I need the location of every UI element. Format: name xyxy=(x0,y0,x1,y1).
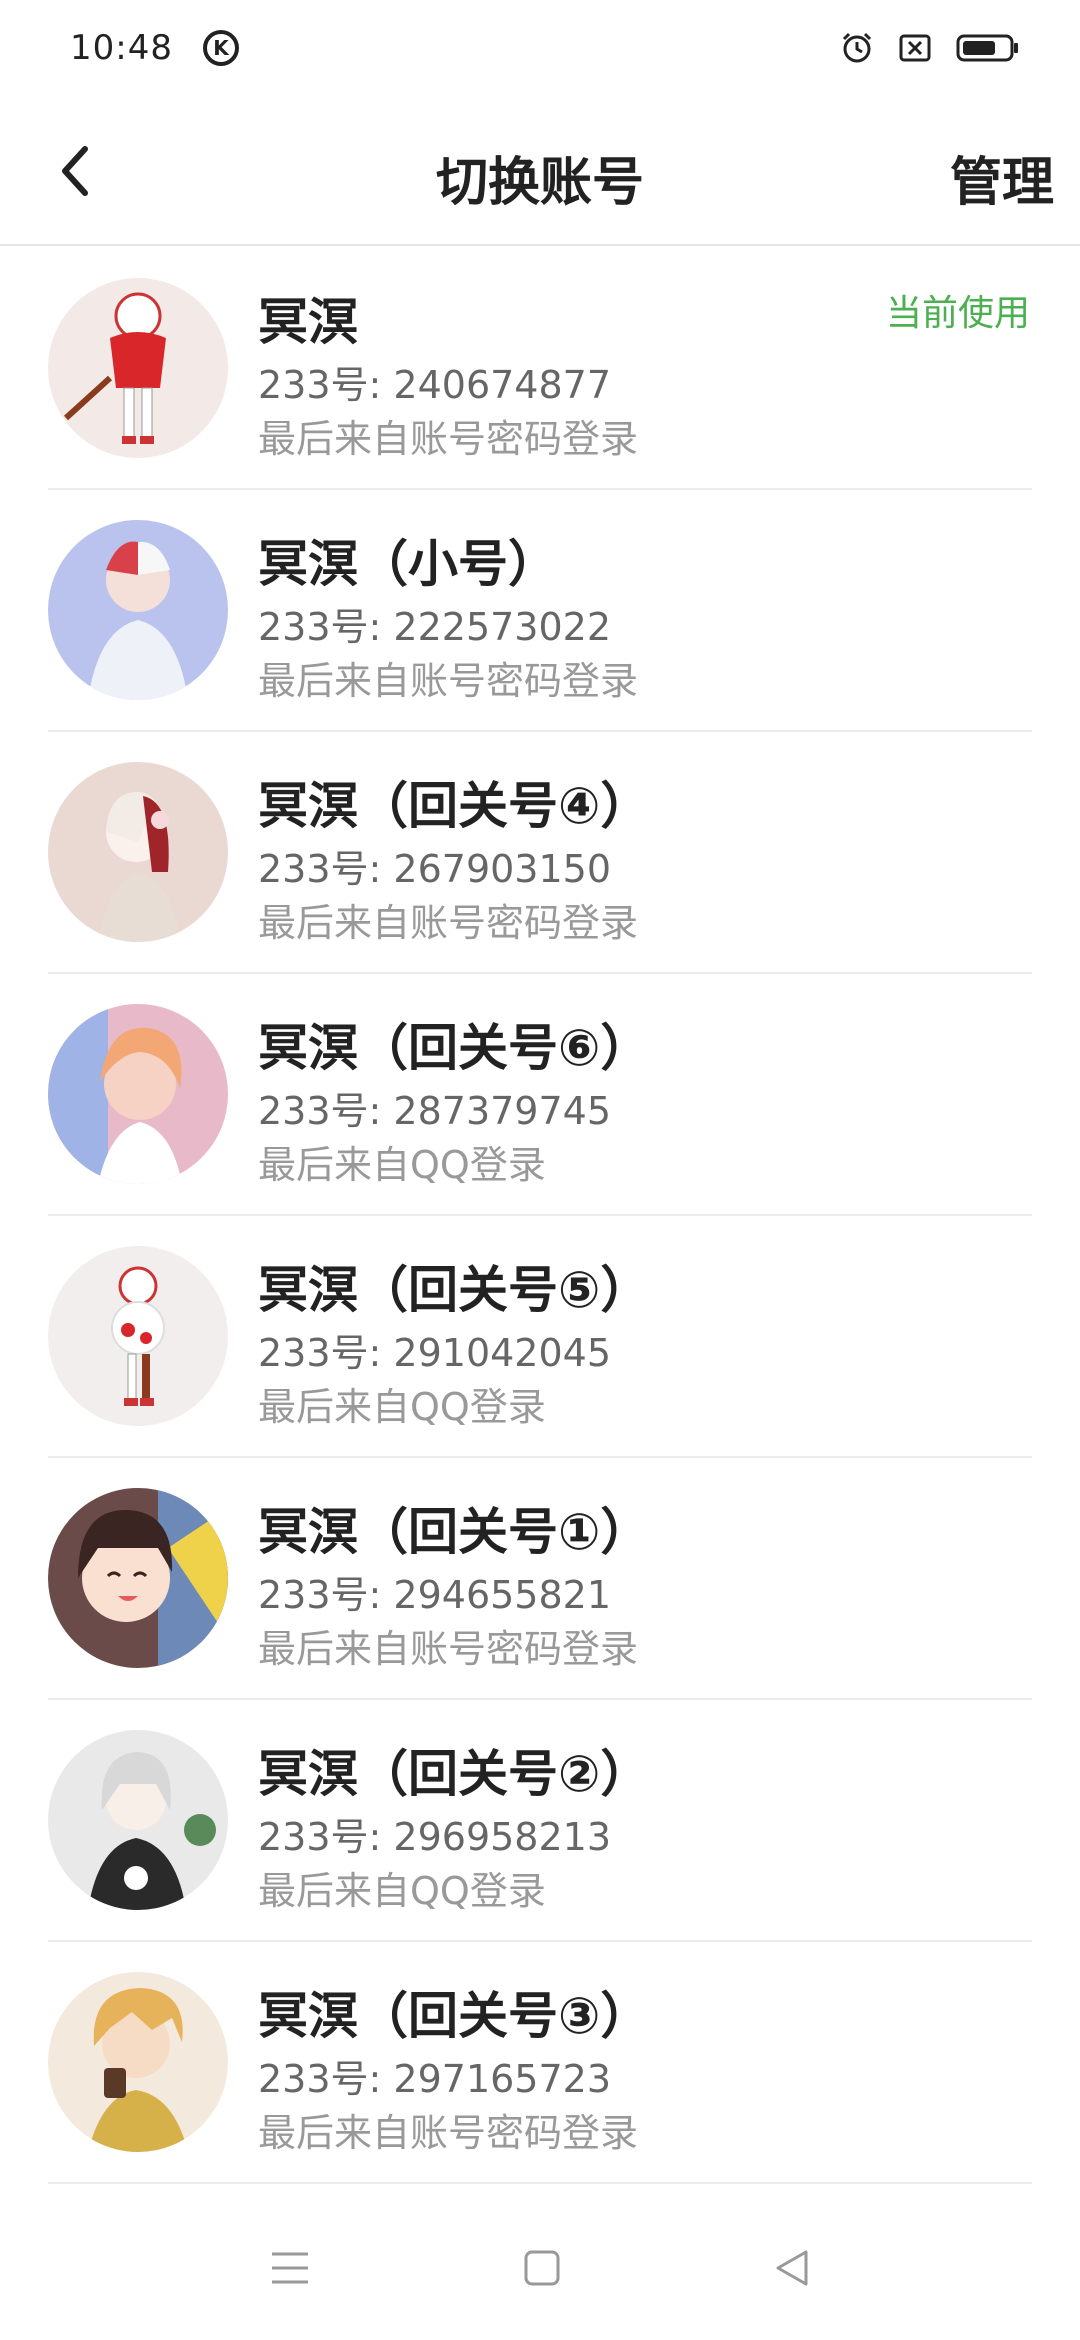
account-login-source: 最后来自账号密码登录 xyxy=(258,659,639,703)
home-square-icon[interactable] xyxy=(522,2248,562,2292)
alarm-icon xyxy=(842,32,872,63)
account-name: 冥溟（回关号④） xyxy=(258,777,651,835)
avatar xyxy=(48,520,228,700)
avatar xyxy=(48,1730,228,1910)
account-id: 233号: 291042045 xyxy=(258,1331,612,1375)
avatar xyxy=(48,1972,228,2152)
account-name: 冥溟（回关号②） xyxy=(258,1745,651,1803)
k-app-icon: K xyxy=(202,30,239,66)
account-row[interactable]: 冥溟（回关号③） 233号: 297165723 最后来自账号密码登录 xyxy=(48,1942,1032,2184)
account-id: 233号: 222573022 xyxy=(258,605,612,649)
page-title: 切换账号 xyxy=(435,153,644,213)
account-name: 冥溟（回关号③） xyxy=(258,1987,651,2045)
account-id: 233号: 240674877 xyxy=(258,363,612,407)
account-row[interactable]: 冥溟（回关号⑤） 233号: 291042045 最后来自QQ登录 xyxy=(48,1216,1032,1458)
account-login-source: 最后来自账号密码登录 xyxy=(258,901,639,945)
account-row[interactable]: 冥溟（回关号①） 233号: 294655821 最后来自账号密码登录 xyxy=(48,1458,1032,1700)
account-list: 冥溟 233号: 240674877 最后来自账号密码登录 当前使用 冥溟（小号… xyxy=(0,248,1080,2184)
account-name: 冥溟（小号） xyxy=(258,535,558,593)
account-name: 冥溟（回关号⑥） xyxy=(258,1019,651,1077)
account-login-source: 最后来自账号密码登录 xyxy=(258,2111,639,2155)
back-triangle-icon[interactable] xyxy=(772,2248,812,2292)
account-login-source: 最后来自账号密码登录 xyxy=(258,1627,639,1671)
account-id: 233号: 296958213 xyxy=(258,1815,612,1859)
current-account-badge: 当前使用 xyxy=(885,293,1030,334)
account-login-source: 最后来自QQ登录 xyxy=(258,1869,546,1913)
account-row[interactable]: 冥溟（回关号②） 233号: 296958213 最后来自QQ登录 xyxy=(48,1700,1032,1942)
account-row[interactable]: 冥溟 233号: 240674877 最后来自账号密码登录 当前使用 xyxy=(48,248,1032,490)
account-login-source: 最后来自QQ登录 xyxy=(258,1385,546,1429)
avatar xyxy=(48,762,228,942)
battery-icon xyxy=(956,34,1018,62)
menu-icon[interactable] xyxy=(268,2248,312,2292)
account-row[interactable]: 冥溟（小号） 233号: 222573022 最后来自账号密码登录 xyxy=(48,490,1032,732)
manage-button[interactable]: 管理 xyxy=(950,140,1054,215)
account-id: 233号: 287379745 xyxy=(258,1089,612,1133)
avatar xyxy=(48,278,228,458)
nav-bar: 切换账号 管理 xyxy=(0,96,1080,246)
account-row[interactable]: 冥溟（回关号④） 233号: 267903150 最后来自账号密码登录 xyxy=(48,732,1032,974)
account-name: 冥溟（回关号⑤） xyxy=(258,1261,651,1319)
status-time: 10:48 xyxy=(70,28,173,68)
status-left: 10:48 K xyxy=(70,28,239,68)
account-name: 冥溟 xyxy=(258,293,358,351)
account-id: 233号: 297165723 xyxy=(258,2057,612,2101)
account-login-source: 最后来自QQ登录 xyxy=(258,1143,546,1187)
status-bar: 10:48 K xyxy=(0,0,1080,96)
avatar xyxy=(48,1246,228,1426)
sim-off-icon xyxy=(899,34,931,62)
account-id: 233号: 267903150 xyxy=(258,847,612,891)
status-right xyxy=(840,31,1020,65)
account-id: 233号: 294655821 xyxy=(258,1573,612,1617)
account-row[interactable]: 冥溟（回关号⑥） 233号: 287379745 最后来自QQ登录 xyxy=(48,974,1032,1216)
system-nav-bar xyxy=(0,2200,1080,2340)
account-name: 冥溟（回关号①） xyxy=(258,1503,651,1561)
avatar xyxy=(48,1488,228,1668)
avatar xyxy=(48,1004,228,1184)
account-login-source: 最后来自账号密码登录 xyxy=(258,417,639,461)
